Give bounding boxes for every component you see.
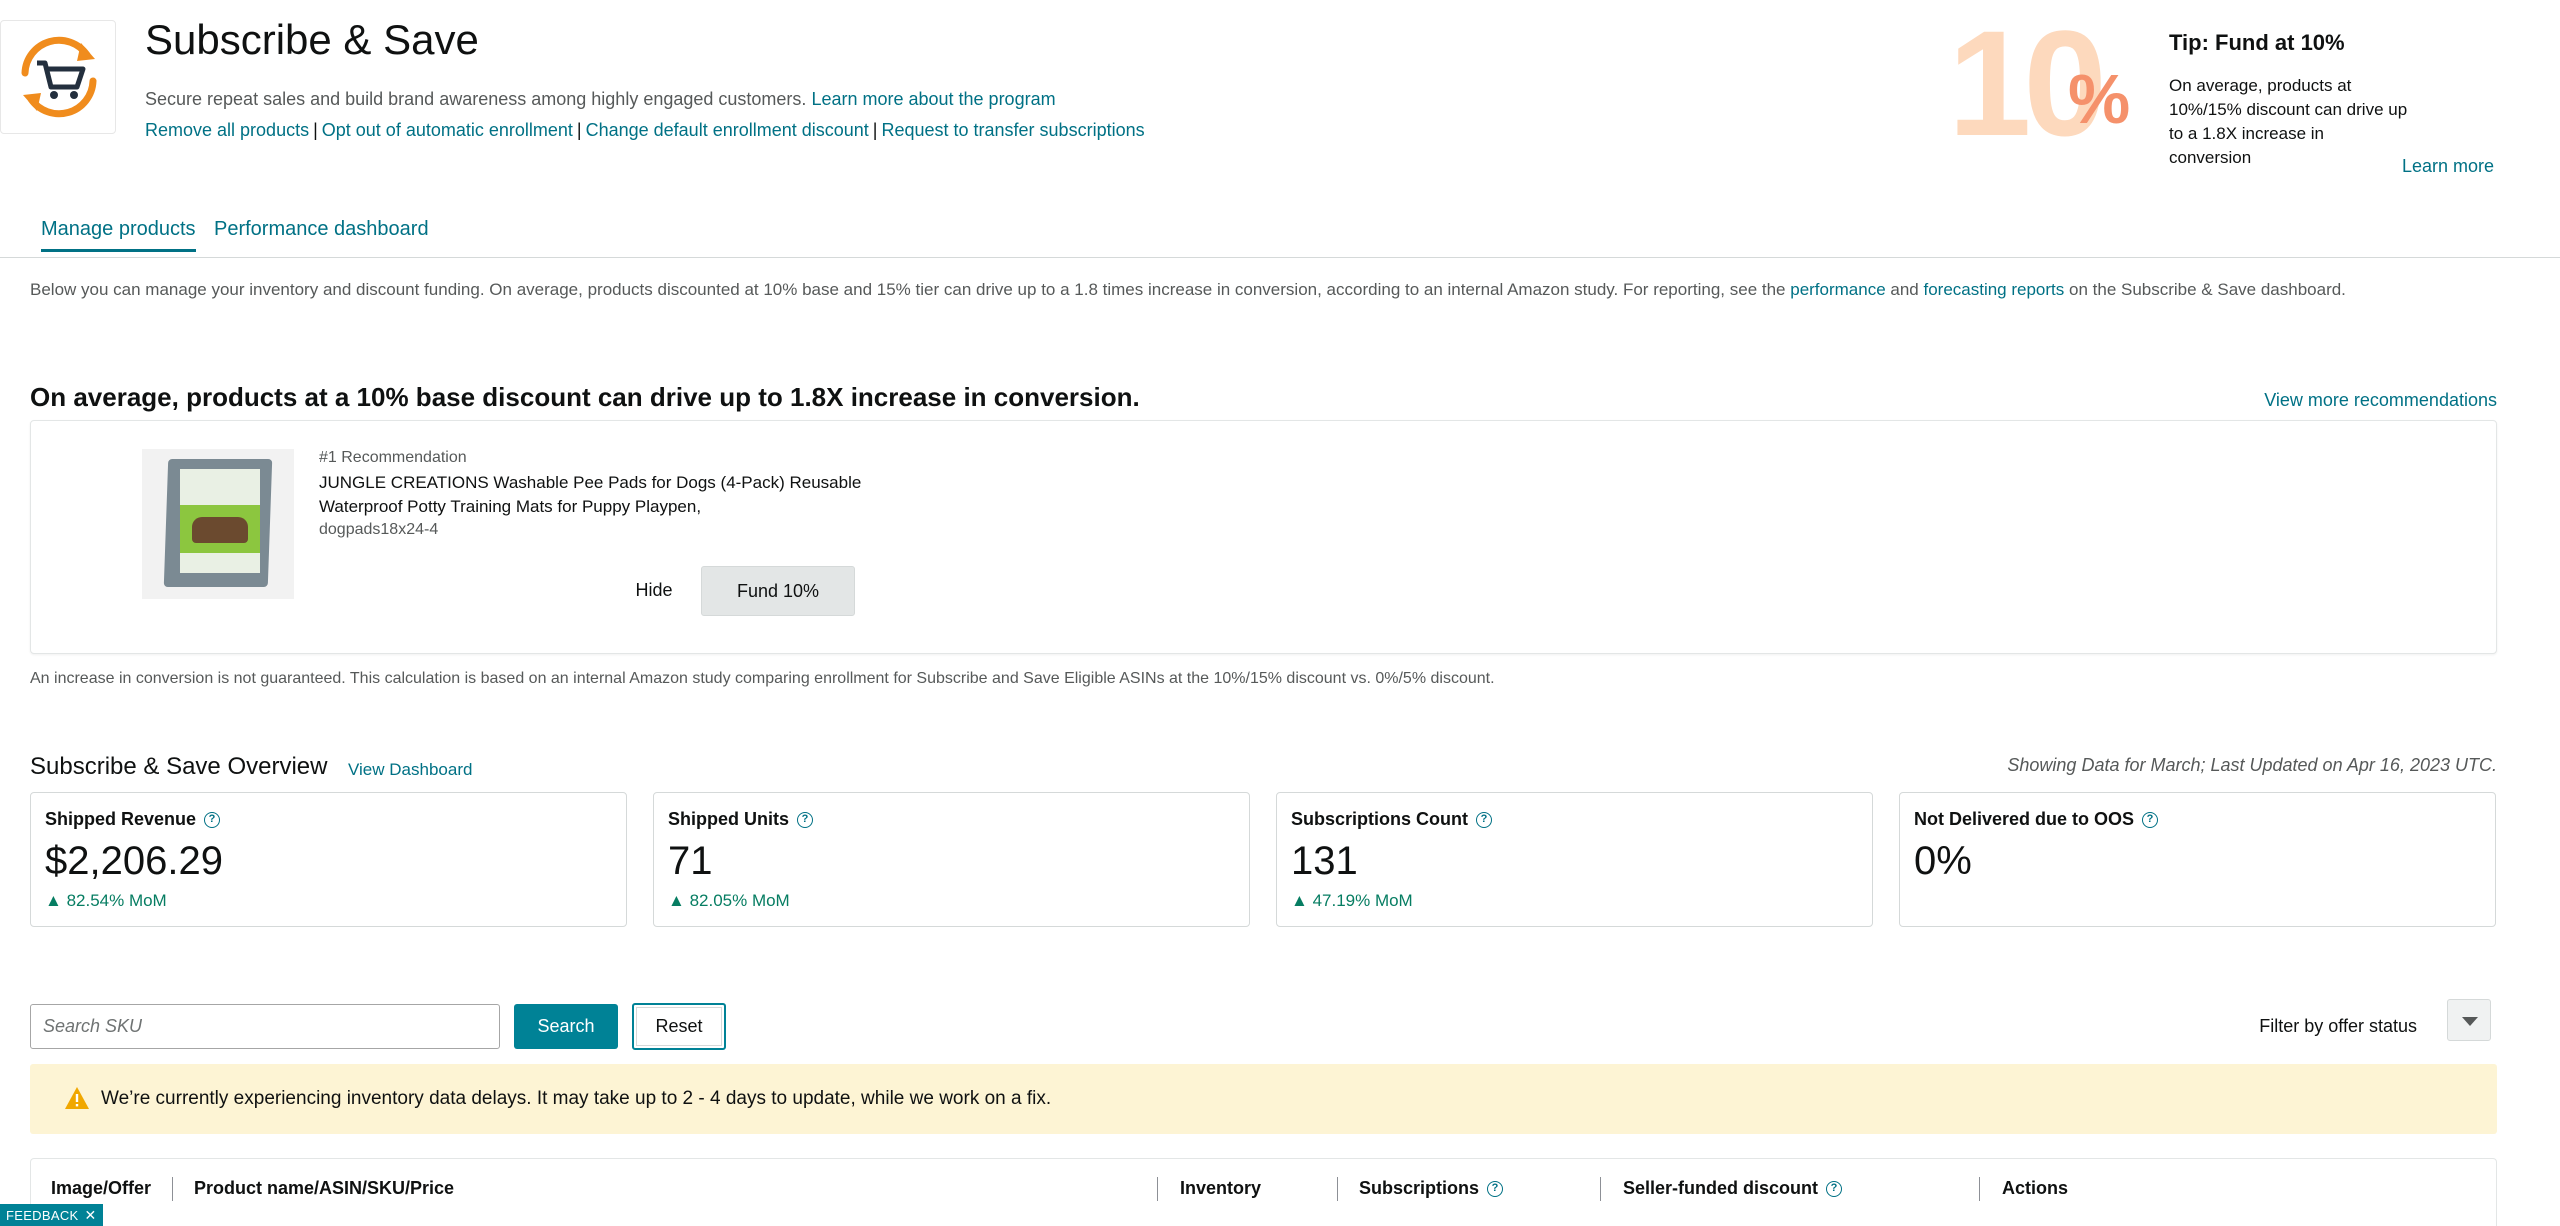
tab-bar: Manage products Performance dashboard [0,218,2560,258]
change-default-discount-link[interactable]: Change default enrollment discount [586,120,869,140]
column-header-subscriptions: Subscriptions? [1359,1178,1504,1199]
tip-title: Tip: Fund at 10% [2169,30,2345,55]
column-header-image-offer: Image/Offer [51,1178,152,1198]
metric-value: 71 [668,839,713,883]
page-title: Subscribe & Save [145,16,479,63]
help-icon[interactable]: ? [2142,811,2159,828]
recommendation-rank: #1 Recommendation [319,449,467,466]
link-separator: | [313,120,318,140]
product-image [142,449,294,599]
performance-link[interactable]: performance [1790,280,1885,299]
metric-card-shipped-units: Shipped Units? 71 ▲ 82.05% MoM [653,792,1250,927]
alert-message: We’re currently experiencing inventory d… [101,1088,1052,1109]
metric-value: $2,206.29 [45,839,223,883]
search-button[interactable]: Search [514,1004,618,1049]
overview-title: Subscribe & Save Overview [30,753,328,780]
metric-change: ▲ 47.19% MoM [1291,891,1413,910]
up-arrow-icon: ▲ [45,891,62,910]
link-separator: | [872,120,878,140]
intro-paragraph: Below you can manage your inventory and … [30,277,2470,302]
warning-icon [65,1087,89,1109]
column-header-seller-discount: Seller-funded discount? [1623,1178,1843,1199]
opt-out-enrollment-link[interactable]: Opt out of automatic enrollment [322,120,573,140]
header-subtitle-text: Secure repeat sales and build brand awar… [145,89,807,109]
search-sku-input[interactable] [30,1004,500,1049]
column-header-actions: Actions [2002,1178,2069,1198]
metric-change: ▲ 82.54% MoM [45,891,167,910]
filter-offer-status-label: Filter by offer status [2259,1016,2417,1036]
column-divider[interactable] [1157,1177,1158,1201]
up-arrow-icon: ▲ [1291,891,1308,910]
reset-button[interactable]: Reset [632,1003,726,1050]
view-more-recommendations-link[interactable]: View more recommendations [2264,390,2497,411]
help-icon[interactable]: ? [204,811,221,828]
metric-value: 0% [1914,839,1972,883]
column-divider[interactable] [1600,1177,1601,1201]
column-divider[interactable] [1979,1177,1980,1201]
product-sku: dogpads18x24-4 [319,521,439,538]
filter-offer-status-dropdown[interactable] [2447,999,2491,1041]
feedback-tab[interactable]: FEEDBACK ✕ [0,1204,103,1226]
recommendation-card: #1 Recommendation JUNGLE CREATIONS Washa… [30,420,2497,654]
subscribe-save-logo [0,20,116,134]
transfer-subscriptions-link[interactable]: Request to transfer subscriptions [881,120,1144,140]
fund-button[interactable]: Fund 10% [701,566,855,616]
column-header-inventory: Inventory [1180,1178,1262,1198]
metric-label: Subscriptions Count [1291,809,1468,829]
product-name: JUNGLE CREATIONS Washable Pee Pads for D… [319,473,862,516]
metric-card-shipped-revenue: Shipped Revenue? $2,206.29 ▲ 82.54% MoM [30,792,627,927]
remove-all-products-link[interactable]: Remove all products [145,120,309,140]
help-icon[interactable]: ? [1487,1180,1504,1197]
metric-change: ▲ 82.05% MoM [668,891,790,910]
tip-graphic-percent: % [2068,60,2131,138]
column-divider[interactable] [172,1177,173,1201]
header-subtitle: Secure repeat sales and build brand awar… [145,89,1056,110]
tab-manage-products[interactable]: Manage products [41,218,196,252]
feedback-label[interactable]: FEEDBACK [6,1208,78,1223]
help-icon[interactable]: ? [1826,1180,1843,1197]
link-separator: | [576,120,582,140]
up-arrow-icon: ▲ [668,891,685,910]
metric-label: Shipped Units [668,809,789,829]
metric-label: Shipped Revenue [45,809,197,829]
conversion-disclaimer: An increase in conversion is not guarant… [30,670,1495,687]
hide-button[interactable]: Hide [609,567,699,613]
tip-learn-more-link[interactable]: Learn more [2402,156,2494,177]
tab-performance-dashboard[interactable]: Performance dashboard [214,218,429,249]
recommendation-heading: On average, products at a 10% base disco… [30,382,1140,412]
help-icon[interactable]: ? [1476,811,1492,828]
chevron-down-icon [2462,1017,2478,1026]
metric-card-not-delivered-oos: Not Delivered due to OOS? 0% [1899,792,2496,927]
products-table-header: Image/Offer Product name/ASIN/SKU/Price … [30,1158,2497,1226]
intro-text: and [1885,280,1924,299]
cart-refresh-icon [21,36,97,118]
help-icon[interactable]: ? [797,811,813,828]
data-date-note: Showing Data for March; Last Updated on … [2007,755,2497,775]
metric-label: Not Delivered due to OOS [1914,809,2135,829]
metric-card-subscriptions-count: Subscriptions Count? 131 ▲ 47.19% MoM [1276,792,1873,927]
view-dashboard-link[interactable]: View Dashboard [348,760,472,780]
tip-text: On average, products at 10%/15% discount… [2169,76,2408,167]
metric-value: 131 [1291,839,1358,883]
close-icon[interactable]: ✕ [84,1207,96,1224]
forecasting-reports-link[interactable]: forecasting reports [1923,280,2064,299]
column-divider[interactable] [1337,1177,1338,1201]
inventory-delay-alert: We’re currently experiencing inventory d… [30,1064,2497,1134]
header-action-links: Remove all products | Opt out of automatic… [145,120,1145,141]
learn-program-link[interactable]: Learn more about the program [811,89,1055,109]
column-header-product-name: Product name/ASIN/SKU/Price [194,1178,455,1198]
intro-text: Below you can manage your inventory and … [30,280,1791,299]
intro-text: on the Subscribe & Save dashboard. [2064,280,2346,299]
